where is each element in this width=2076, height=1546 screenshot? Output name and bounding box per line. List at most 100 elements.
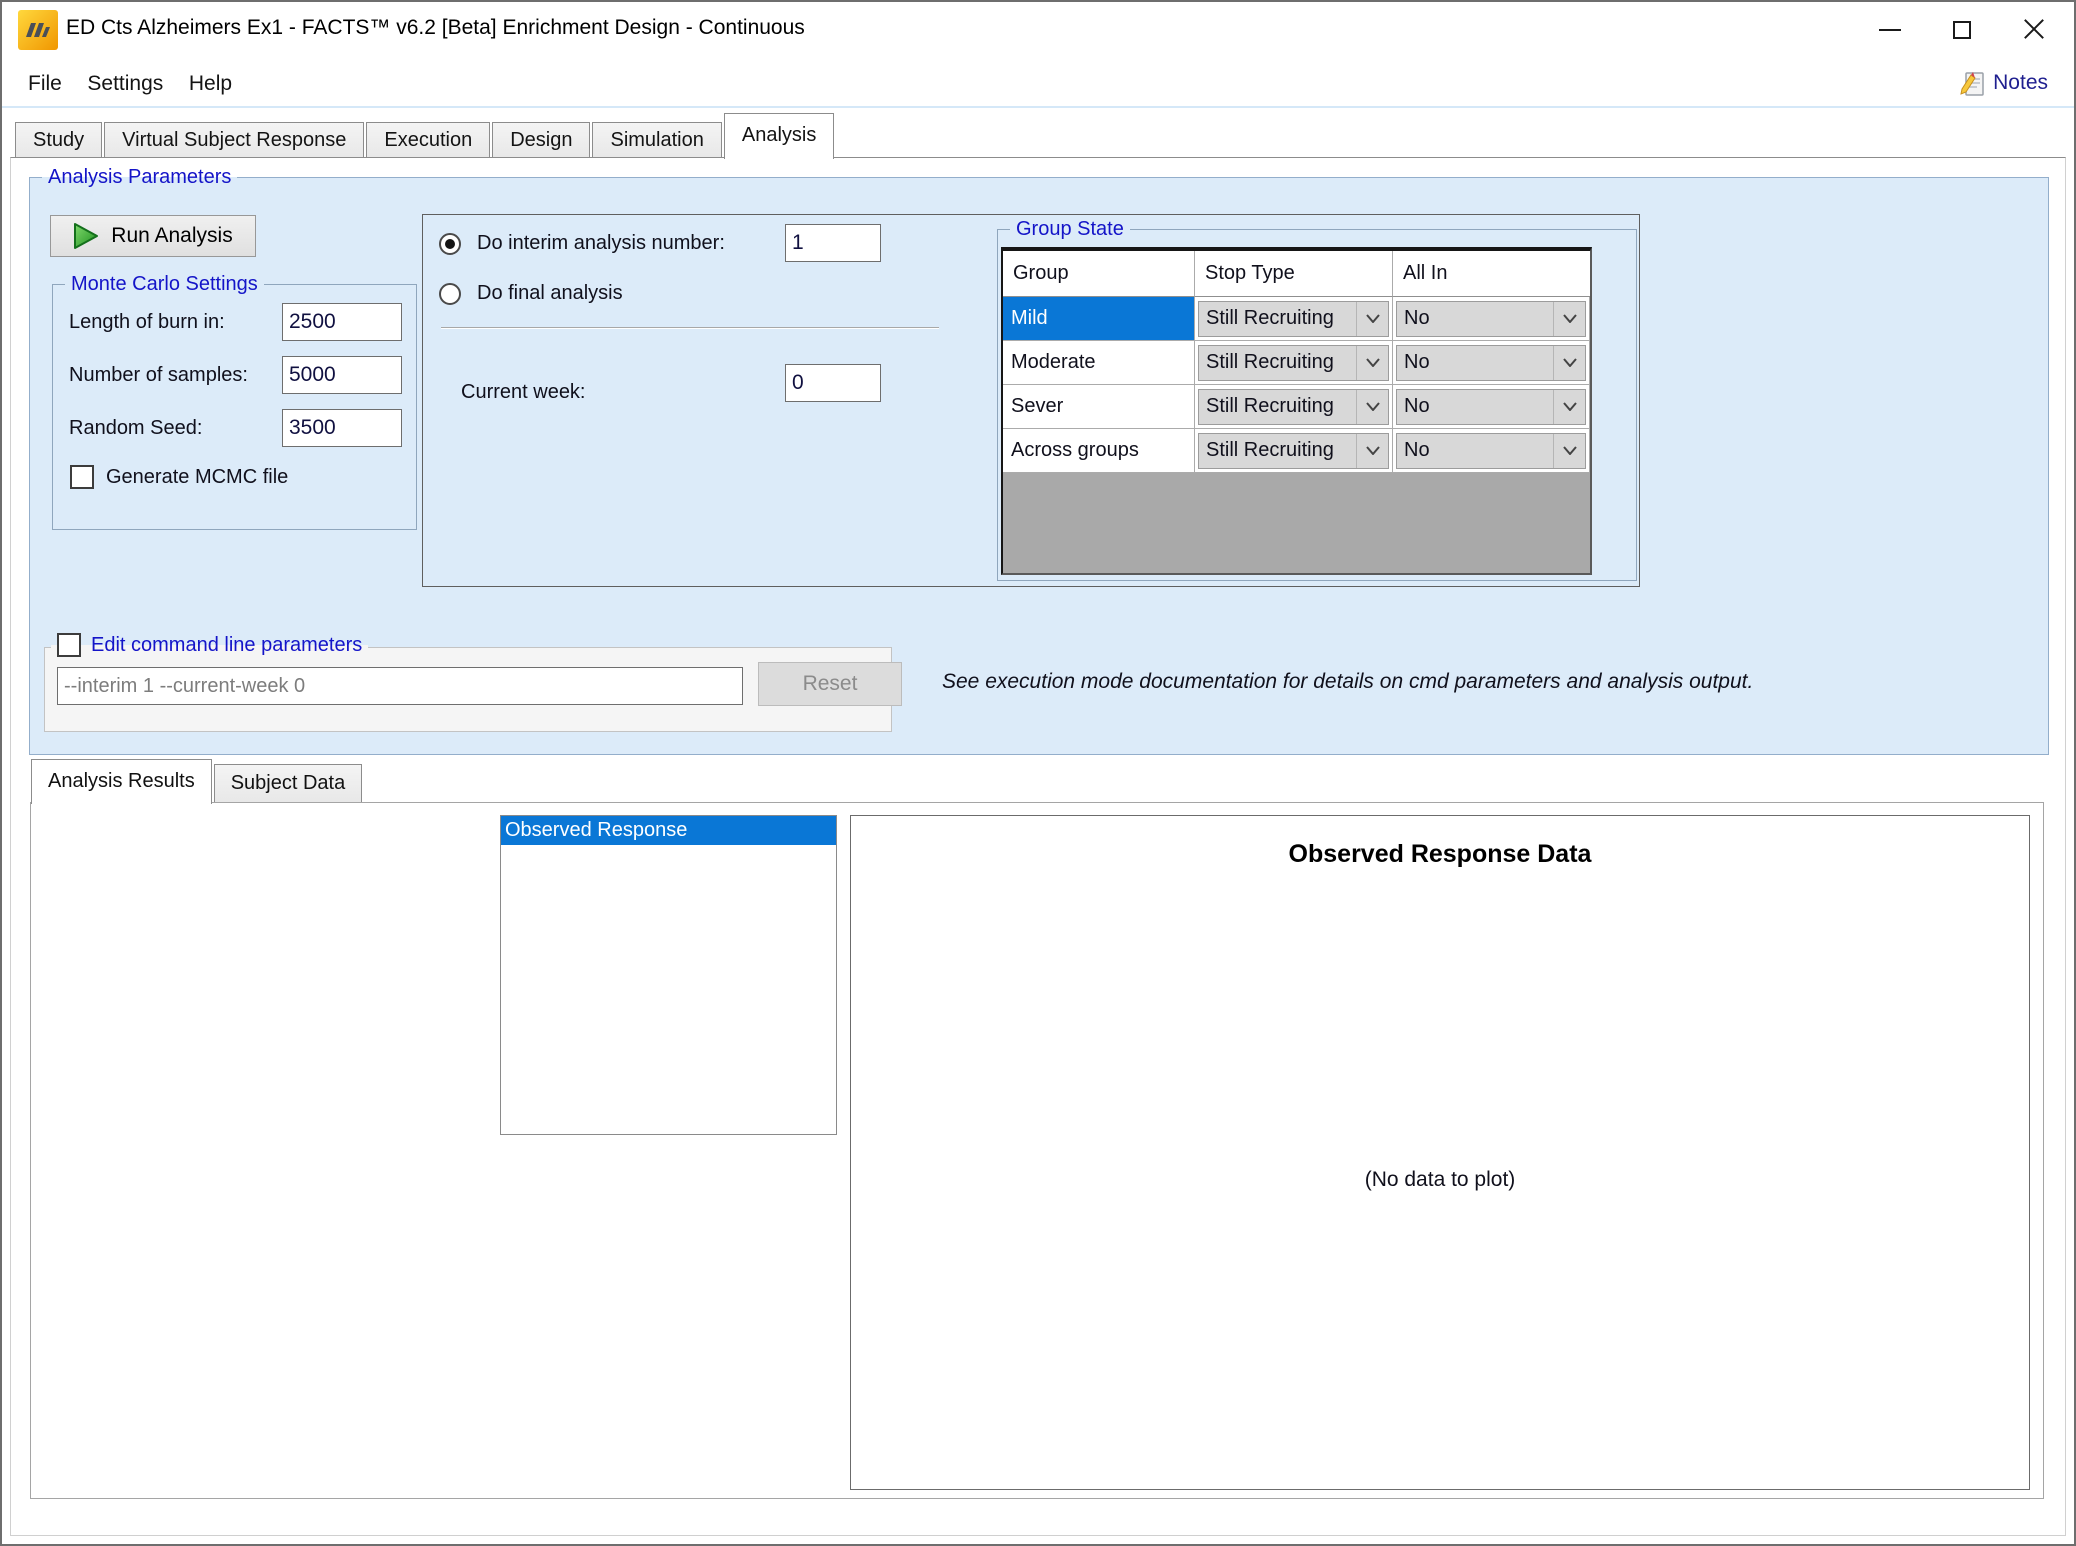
tab-subject-data[interactable]: Subject Data [214,764,363,802]
edit-cmd-checkbox[interactable] [57,633,81,657]
group-cell-moderate[interactable]: Moderate [1003,341,1195,385]
stop-type-cell: Still Recruiting [1195,385,1393,429]
tab-execution[interactable]: Execution [366,122,490,157]
all-in-value: No [1397,395,1553,418]
group-cell-across-groups[interactable]: Across groups [1003,429,1195,473]
title-bar: ED Cts Alzheimers Ex1 - FACTS™ v6.2 [Bet… [2,2,2074,57]
notes-button[interactable]: Notes [1953,67,2054,99]
burn-in-input[interactable] [282,303,402,341]
burn-in-label: Length of burn in: [69,303,225,341]
all-in-dropdown[interactable]: No [1396,389,1586,425]
group-cell-sever[interactable]: Sever [1003,385,1195,429]
menu-settings[interactable]: Settings [77,70,173,98]
run-play-icon [73,222,99,250]
num-samples-input[interactable] [282,356,402,394]
all-in-dropdown[interactable]: No [1396,433,1586,469]
interim-number-input[interactable] [785,224,881,262]
random-seed-input[interactable] [282,409,402,447]
table-row: Sever Still Recruiting No [1003,385,1590,429]
cmd-documentation-note: See execution mode documentation for det… [942,670,1753,694]
final-analysis-radio[interactable] [439,283,461,305]
generate-mcmc-label: Generate MCMC file [106,466,288,489]
col-header-stop-type: Stop Type [1195,251,1393,297]
tab-design[interactable]: Design [492,122,590,157]
list-item-observed-response[interactable]: Observed Response [501,816,836,845]
minimize-button[interactable] [1854,2,1926,57]
tab-study[interactable]: Study [15,122,102,157]
all-in-dropdown[interactable]: No [1396,345,1586,381]
stop-type-value: Still Recruiting [1199,439,1356,462]
col-header-group: Group [1003,251,1195,297]
run-analysis-button[interactable]: Run Analysis [50,215,256,257]
analysis-results-page: Observed Response Observed Response Data… [30,802,2044,1499]
tab-analysis[interactable]: Analysis [724,113,834,159]
group-cell-mild[interactable]: Mild [1003,297,1195,341]
edit-cmd-label: Edit command line parameters [91,631,362,659]
cmd-line-input[interactable] [57,667,743,705]
group-state-group: Group State Group Stop Type All In Mild … [997,229,1637,581]
app-icon [18,10,58,50]
num-samples-label: Number of samples: [69,356,248,394]
maximize-button[interactable] [1926,2,1998,57]
stop-type-cell: Still Recruiting [1195,341,1393,385]
generate-mcmc-checkbox[interactable] [70,465,94,489]
table-row: Moderate Still Recruiting No [1003,341,1590,385]
chevron-down-icon [1356,390,1388,424]
final-analysis-row: Do final analysis [439,282,623,305]
cmd-parameters-legend: Edit command line parameters [51,631,368,659]
chevron-down-icon [1553,390,1585,424]
results-tab-strip: Analysis Results Subject Data [31,756,364,802]
tab-analysis-results[interactable]: Analysis Results [31,759,212,804]
random-seed-label: Random Seed: [69,409,202,447]
tab-simulation[interactable]: Simulation [592,122,721,157]
chart-empty-message: (No data to plot) [851,1168,2029,1192]
chevron-down-icon [1356,302,1388,336]
stop-type-dropdown[interactable]: Still Recruiting [1198,433,1389,469]
group-state-table: Group Stop Type All In Mild Still Recrui… [1001,247,1592,575]
cmd-parameters-group: Edit command line parameters Reset [44,647,892,732]
close-button[interactable] [1998,2,2070,57]
reset-button[interactable]: Reset [758,662,902,706]
app-window: ED Cts Alzheimers Ex1 - FACTS™ v6.2 [Bet… [0,0,2076,1546]
current-week-input[interactable] [785,364,881,402]
observed-response-chart: Observed Response Data (No data to plot) [850,815,2030,1490]
monte-carlo-legend: Monte Carlo Settings [65,270,264,298]
analysis-tab-page: Analysis Parameters Run Analysis Monte C… [10,157,2066,1536]
stop-type-dropdown[interactable]: Still Recruiting [1198,301,1389,337]
analysis-parameters-legend: Analysis Parameters [42,163,237,191]
window-controls [1854,2,2070,57]
stop-type-value: Still Recruiting [1199,395,1356,418]
chevron-down-icon [1553,346,1585,380]
col-header-all-in: All In [1393,251,1590,297]
tab-virtual-subject-response[interactable]: Virtual Subject Response [104,122,364,157]
notes-label: Notes [1993,71,2048,95]
all-in-value: No [1397,351,1553,374]
run-analysis-label: Run Analysis [111,224,232,248]
stop-type-dropdown[interactable]: Still Recruiting [1198,345,1389,381]
interim-analysis-radio[interactable] [439,233,461,255]
all-in-cell: No [1393,297,1590,341]
stop-type-value: Still Recruiting [1199,307,1356,330]
group-state-header-row: Group Stop Type All In [1003,251,1590,297]
generate-mcmc-row: Generate MCMC file [70,465,288,489]
menu-help[interactable]: Help [179,70,242,98]
all-in-cell: No [1393,429,1590,473]
monte-carlo-group: Monte Carlo Settings Length of burn in: … [52,284,417,530]
current-week-label: Current week: [461,373,586,411]
table-row: Mild Still Recruiting No [1003,297,1590,341]
stop-type-dropdown[interactable]: Still Recruiting [1198,389,1389,425]
close-icon [2023,19,2045,41]
mode-separator [441,327,939,329]
all-in-cell: No [1393,385,1590,429]
chevron-down-icon [1356,346,1388,380]
notepad-pencil-icon [1959,69,1987,97]
table-empty-area [1003,473,1590,573]
analysis-parameters-group: Analysis Parameters Run Analysis Monte C… [29,177,2049,755]
interim-analysis-row: Do interim analysis number: [439,232,725,255]
stop-type-cell: Still Recruiting [1195,429,1393,473]
chevron-down-icon [1553,302,1585,336]
results-listbox[interactable]: Observed Response [500,815,837,1135]
all-in-dropdown[interactable]: No [1396,301,1586,337]
group-state-legend: Group State [1010,215,1130,243]
menu-file[interactable]: File [18,70,72,98]
